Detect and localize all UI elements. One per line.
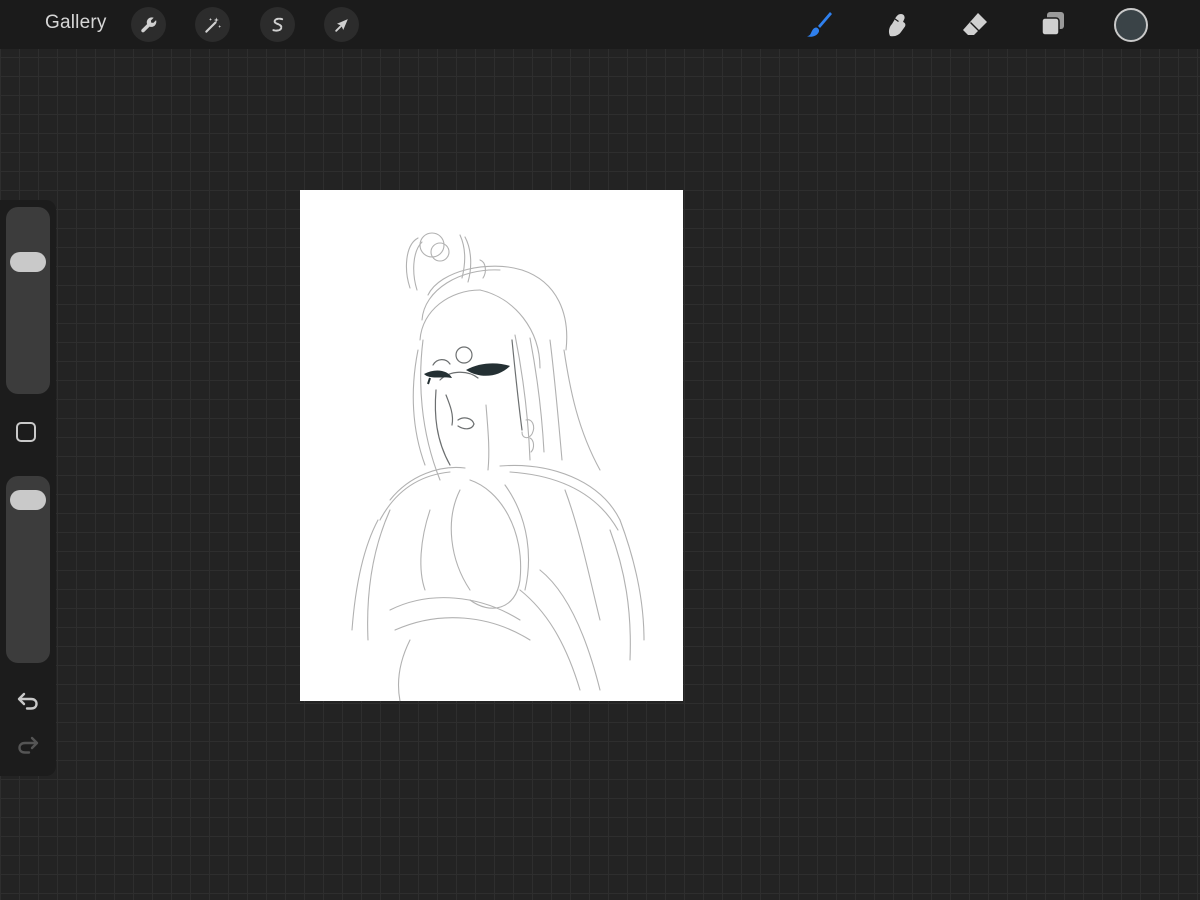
adjustments-button[interactable]	[195, 7, 230, 42]
brush-size-slider[interactable]	[6, 207, 50, 394]
gallery-button[interactable]: Gallery	[45, 12, 107, 34]
color-picker-button[interactable]	[1114, 8, 1148, 42]
sketch-artwork	[351, 232, 645, 701]
procreate-workspace[interactable]: Gallery	[0, 0, 1200, 900]
undo-button[interactable]	[14, 687, 42, 715]
smudge-icon	[888, 14, 906, 37]
eraser-icon	[963, 13, 987, 35]
left-sidebar	[0, 200, 56, 776]
actions-button[interactable]	[131, 7, 166, 42]
selection-button[interactable]	[260, 7, 295, 42]
layers-icon	[1041, 12, 1064, 36]
selection-s-icon	[271, 17, 283, 32]
opacity-slider-thumb[interactable]	[10, 489, 46, 510]
opacity-slider[interactable]	[6, 476, 50, 663]
undo-arrow-icon	[17, 692, 38, 710]
drawing-canvas[interactable]	[300, 190, 683, 701]
layers-button[interactable]	[1035, 6, 1071, 42]
transform-button[interactable]	[324, 7, 359, 42]
top-toolbar: Gallery	[0, 0, 1200, 49]
brush-icon	[807, 12, 832, 37]
smudge-button[interactable]	[879, 6, 915, 42]
eraser-button[interactable]	[957, 6, 993, 42]
magic-wand-icon	[204, 17, 221, 33]
brush-size-slider-thumb[interactable]	[10, 252, 46, 273]
redo-button[interactable]	[14, 731, 42, 759]
arrow-cursor-icon	[334, 18, 348, 32]
modify-button[interactable]	[16, 422, 36, 442]
wrench-icon	[140, 16, 156, 32]
redo-arrow-icon	[18, 736, 39, 754]
paint-brush-button[interactable]	[801, 6, 837, 42]
